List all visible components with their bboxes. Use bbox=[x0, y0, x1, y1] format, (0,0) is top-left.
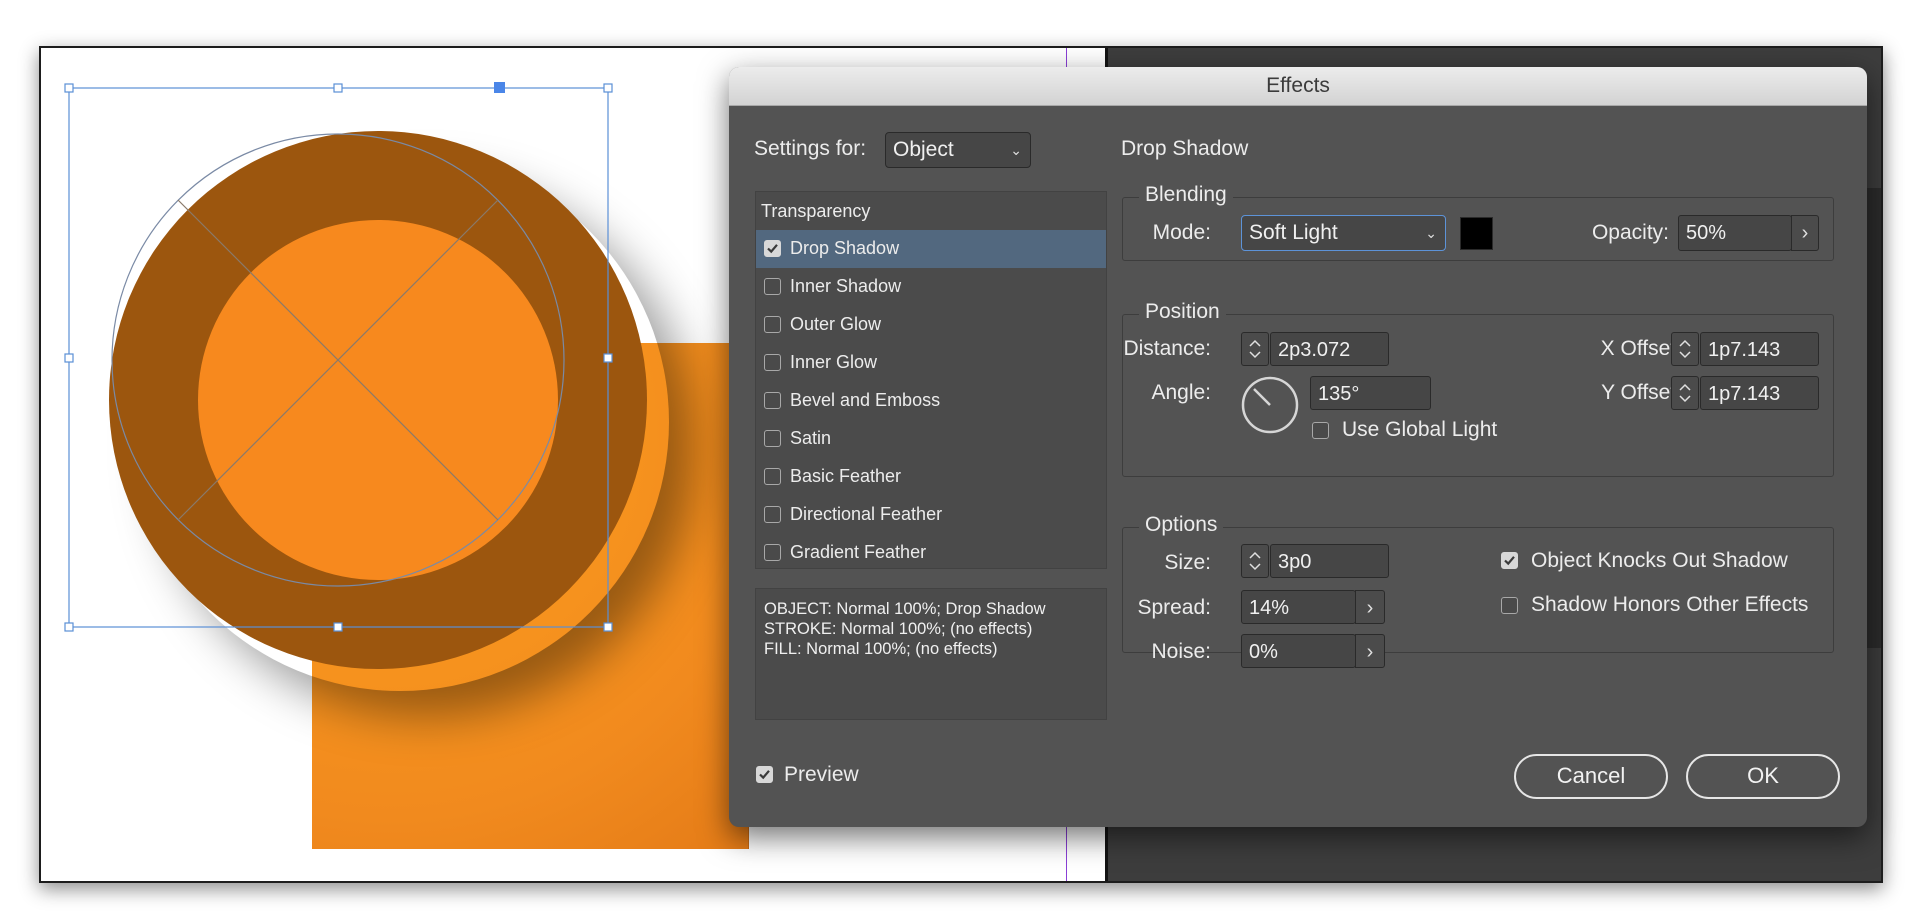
inner-shadow-checkbox[interactable] bbox=[764, 278, 781, 295]
drop-shadow-checkbox[interactable] bbox=[764, 240, 781, 257]
effects-item-label: Satin bbox=[790, 428, 832, 448]
effects-item-label: Inner Glow bbox=[790, 352, 878, 372]
effects-item-label: Bevel and Emboss bbox=[790, 390, 941, 410]
knocks-out-shadow-toggle[interactable]: Object Knocks Out Shadow bbox=[1501, 549, 1821, 575]
effects-item-inner-glow[interactable]: Inner Glow bbox=[756, 344, 1106, 382]
effects-dialog: Effects Settings for: Object ⌄ Transpare… bbox=[729, 67, 1867, 827]
outer-glow-checkbox[interactable] bbox=[764, 316, 781, 333]
use-global-light-label: Use Global Light bbox=[1342, 418, 1498, 441]
section-title: Drop Shadow bbox=[1121, 137, 1249, 160]
effects-item-label: Directional Feather bbox=[790, 504, 943, 524]
opacity-slider-button[interactable]: › bbox=[1791, 215, 1819, 251]
stepper-arrows-icon bbox=[1679, 339, 1691, 359]
stepper-arrows-icon bbox=[1249, 339, 1261, 359]
gradient-feather-checkbox[interactable] bbox=[764, 544, 781, 561]
chevron-down-icon: ⌄ bbox=[1010, 142, 1022, 158]
effects-list-header: Transparency bbox=[761, 201, 871, 221]
options-group bbox=[1122, 527, 1834, 653]
blending-title: Blending bbox=[1139, 183, 1233, 207]
cancel-button[interactable]: Cancel bbox=[1514, 754, 1668, 799]
knocks-out-shadow-checkbox[interactable] bbox=[1501, 552, 1518, 569]
x-offset-stepper[interactable] bbox=[1671, 332, 1699, 366]
preview-checkbox[interactable] bbox=[756, 766, 773, 783]
effects-item-outer-glow[interactable]: Outer Glow bbox=[756, 306, 1106, 344]
effects-item-label: Drop Shadow bbox=[790, 238, 900, 258]
y-offset-input[interactable]: 1p7.143 bbox=[1700, 376, 1819, 410]
stepper-arrows-icon bbox=[1679, 383, 1691, 403]
preview-toggle[interactable]: Preview bbox=[756, 763, 896, 787]
stepper-arrows-icon bbox=[1249, 551, 1261, 571]
spread-label: Spread: bbox=[1137, 596, 1211, 619]
effects-summary: OBJECT: Normal 100%; Drop Shadow STROKE:… bbox=[755, 588, 1107, 720]
mode-value: Soft Light bbox=[1249, 221, 1338, 244]
basic-feather-checkbox[interactable] bbox=[764, 468, 781, 485]
position-title: Position bbox=[1139, 300, 1226, 324]
inner-glow-checkbox[interactable] bbox=[764, 354, 781, 371]
use-global-light-checkbox[interactable] bbox=[1312, 422, 1329, 439]
summary-fill-line: FILL: Normal 100%; (no effects) bbox=[764, 640, 998, 658]
selection-handles bbox=[64, 83, 613, 632]
angle-input[interactable]: 135° bbox=[1310, 376, 1431, 410]
angle-label: Angle: bbox=[1151, 381, 1211, 404]
x-offset-input[interactable]: 1p7.143 bbox=[1700, 332, 1819, 366]
honors-other-effects-checkbox[interactable] bbox=[1501, 597, 1518, 614]
settings-for-value: Object bbox=[893, 138, 954, 161]
effects-item-gradient-feather[interactable]: Gradient Feather bbox=[756, 534, 1106, 572]
bevel-and-emboss-checkbox[interactable] bbox=[764, 392, 781, 409]
settings-for-label: Settings for: bbox=[754, 137, 867, 160]
preview-label: Preview bbox=[784, 763, 859, 786]
summary-object-line: OBJECT: Normal 100%; Drop Shadow bbox=[764, 600, 1046, 618]
effects-list: Transparency Drop Shadow Inner Shadow Ou… bbox=[755, 191, 1107, 569]
effects-item-basic-feather[interactable]: Basic Feather bbox=[756, 458, 1106, 496]
spread-slider-button[interactable]: › bbox=[1355, 590, 1385, 624]
selection-reference-point bbox=[494, 82, 505, 93]
distance-stepper[interactable] bbox=[1241, 332, 1269, 366]
y-offset-stepper[interactable] bbox=[1671, 376, 1699, 410]
effects-item-label: Inner Shadow bbox=[790, 276, 902, 296]
chevron-down-icon: ⌄ bbox=[1425, 225, 1437, 241]
directional-feather-checkbox[interactable] bbox=[764, 506, 781, 523]
noise-slider-button[interactable]: › bbox=[1355, 634, 1385, 668]
effects-item-directional-feather[interactable]: Directional Feather bbox=[756, 496, 1106, 534]
effects-item-drop-shadow[interactable]: Drop Shadow bbox=[756, 230, 1106, 268]
honors-other-effects-label: Shadow Honors Other Effects bbox=[1531, 593, 1809, 616]
size-stepper[interactable] bbox=[1241, 544, 1269, 578]
angle-dial-icon[interactable] bbox=[1240, 375, 1300, 435]
effects-item-bevel-and-emboss[interactable]: Bevel and Emboss bbox=[756, 382, 1106, 420]
effects-item-inner-shadow[interactable]: Inner Shadow bbox=[756, 268, 1106, 306]
size-input[interactable]: 3p0 bbox=[1270, 544, 1389, 578]
distance-label: Distance: bbox=[1123, 337, 1211, 360]
opacity-input[interactable]: 50% bbox=[1678, 215, 1792, 251]
size-label: Size: bbox=[1164, 551, 1211, 574]
effects-item-label: Gradient Feather bbox=[790, 542, 927, 562]
effects-item-label: Outer Glow bbox=[790, 314, 882, 334]
settings-for-dropdown[interactable]: Object ⌄ bbox=[885, 132, 1031, 168]
noise-label: Noise: bbox=[1151, 640, 1211, 663]
y-offset-label: Y Offset: bbox=[1601, 381, 1682, 404]
spread-input[interactable]: 14% bbox=[1241, 590, 1356, 624]
distance-input[interactable]: 2p3.072 bbox=[1270, 332, 1389, 366]
use-global-light-toggle[interactable]: Use Global Light bbox=[1312, 418, 1522, 442]
mode-label: Mode: bbox=[1152, 221, 1211, 244]
dialog-title: Effects bbox=[729, 67, 1867, 106]
summary-stroke-line: STROKE: Normal 100%; (no effects) bbox=[764, 620, 1033, 638]
x-offset-label: X Offset: bbox=[1600, 337, 1682, 360]
selection-bounding-box bbox=[68, 87, 609, 628]
opacity-label: Opacity: bbox=[1591, 221, 1669, 244]
options-title: Options bbox=[1139, 513, 1224, 537]
knocks-out-shadow-label: Object Knocks Out Shadow bbox=[1531, 549, 1788, 572]
effects-item-satin[interactable]: Satin bbox=[756, 420, 1106, 458]
honors-other-effects-toggle[interactable]: Shadow Honors Other Effects bbox=[1501, 593, 1841, 619]
satin-checkbox[interactable] bbox=[764, 430, 781, 447]
shadow-color-swatch[interactable] bbox=[1460, 217, 1493, 250]
ok-button[interactable]: OK bbox=[1686, 754, 1840, 799]
noise-input[interactable]: 0% bbox=[1241, 634, 1356, 668]
effects-item-label: Basic Feather bbox=[790, 466, 902, 486]
mode-dropdown[interactable]: Soft Light ⌄ bbox=[1241, 215, 1446, 251]
